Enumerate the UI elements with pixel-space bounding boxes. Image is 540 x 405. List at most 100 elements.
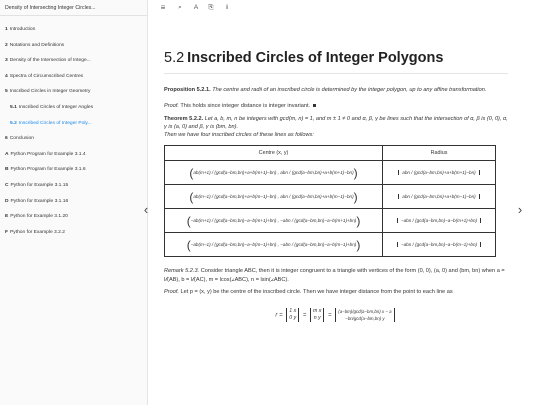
sidebar-item-label: Conclusion [9, 136, 34, 142]
sidebar-item[interactable]: B Python Program for Example 3.1.6 [0, 162, 147, 178]
sidebar-item-label: Introduction [9, 27, 36, 32]
sidebar-item-label: Inscribed Circles of Integer Angles [18, 104, 94, 110]
proof-2-text: Let p = (x, y) be the centre of the insc… [180, 289, 453, 296]
sidebar: Density of Intersecting Integer Circles.… [0, 0, 148, 405]
theorem-text-2: Then we have four inscribed circles of t… [164, 132, 314, 139]
sidebar-item[interactable]: 4 Spectra of Circumscribed Centres [0, 69, 147, 85]
main-content: 5.2 Inscribed Circles of Integer Polygons… [164, 50, 508, 323]
sidebar-item[interactable]: A Python Program for Example 3.1.4 [0, 147, 147, 163]
sidebar-item-number: 6 [5, 136, 8, 142]
proposition-label: Proposition 5.2.1. [164, 87, 211, 93]
right-paren: ) [353, 189, 358, 204]
centre-x: −ab(m−1) / (gcd(a−bm,bn)−a−b(m−1)+bn) [190, 242, 277, 248]
matrix-2-row-1: m x [313, 308, 322, 315]
radius-value: −abn / (gcd(a−bm,bn)−a−b(m+1)+bn) [396, 218, 482, 224]
page-title: 5.2 Inscribed Circles of Integer Polygons [164, 50, 508, 66]
matrix-1-row-1: 1 x [289, 308, 297, 315]
sidebar-item-number: 4 [5, 73, 8, 79]
centre-y: abn / (gcd(a−bm,bn)+a+b(m+1)−bn) [280, 170, 354, 176]
theorem-label: Theorem 5.2.2. [164, 115, 204, 122]
centre-cell: (−ab(m−1) / (gcd(a−bm,bn)−a−b(m−1)+bn) ,… [164, 232, 383, 258]
radius-cell: abn / (gcd(a−bm,bn)+a+b(m+1)−bn) [382, 160, 496, 186]
title-divider [164, 73, 508, 74]
column-header-centre: Centre (x, y) [164, 145, 383, 162]
sidebar-item-number: D [5, 198, 9, 204]
table-row: (−ab(m+1) / (gcd(a−bm,bn)−a−b(m+1)+bn) ,… [164, 208, 496, 234]
info-icon[interactable]: i [222, 3, 232, 13]
sidebar-item-label: Inscribed Circles in Integer Geometry [9, 89, 91, 95]
sidebar-item-number: 1 [5, 27, 8, 32]
matrix-3-row-1: (a−bm)/gcd(a−bm,bn) x − a [338, 309, 392, 315]
proof-1: Proof. This holds since integer distance… [164, 102, 508, 110]
right-paren: ) [356, 213, 361, 228]
sidebar-item[interactable]: 1 Introduction [0, 22, 147, 38]
sidebar-item-label: Python for Example 3.1.16 [10, 198, 69, 204]
table-row: (ab(m−1) / (gcd(a−bm,bn)+a+b(m−1)−bn) , … [164, 184, 496, 210]
sidebar-item-label: Notations and Definitions [9, 42, 65, 48]
sidebar-item[interactable]: 5.2 Inscribed Circles of Integer Poly... [0, 116, 147, 132]
section-number: 5.2 [164, 50, 185, 66]
sidebar-item-label: Python for Example 3.2.2 [10, 229, 65, 235]
sidebar-item-label: Python for Example 3.1.20 [10, 214, 68, 220]
remark-label: Remark 5.2.3. [164, 268, 200, 275]
sidebar-item[interactable]: F Python for Example 3.2.2 [0, 225, 147, 241]
search-icon[interactable]: ⌕ [175, 3, 185, 13]
centre-x: ab(m+1) / (gcd(a−bm,bn)+a+b(m+1)−bn) [193, 170, 277, 176]
radius-value: −abn / (gcd(a−bm,bn)−a−b(m−1)+bn) [396, 242, 482, 248]
sidebar-item[interactable]: 3 Density of the Intersection of Intege..… [0, 53, 147, 69]
sidebar-item[interactable]: D Python for Example 3.1.16 [0, 194, 147, 210]
sidebar-item-number: 5.2 [10, 120, 17, 126]
distance-formula: r = 1 x 0 y = m x n y = (a−bm)/gcd(a−bm,… [164, 308, 508, 323]
sidebar-item-number: 2 [5, 42, 8, 48]
formula-matrix-1: 1 x 0 y [286, 308, 300, 323]
sidebar-item-number: 5 [5, 89, 8, 95]
font-settings-icon[interactable]: A [191, 3, 201, 13]
centre-y: −abn / (gcd(a−bm,bn)−a−b(m+1)+bn) [280, 218, 357, 224]
section-title: Inscribed Circles of Integer Polygons [187, 50, 444, 66]
sidebar-item[interactable]: 6 Conclusion [0, 131, 147, 147]
radius-value: abn / (gcd(a−bm,bn)+a+b(m+1)−bn) [398, 170, 480, 176]
menu-icon[interactable]: ≡ [158, 3, 168, 13]
sidebar-item-label: Spectra of Circumscribed Centres [9, 73, 84, 79]
centre-y: abn / (gcd(a−bm,bn)+a+b(m−1)−bn) [280, 194, 354, 200]
table-row: (ab(m+1) / (gcd(a−bm,bn)+a+b(m+1)−bn) , … [164, 160, 496, 186]
toolbar: ≡ ⌕ A ⎘ i [148, 0, 540, 16]
matrix-2-row-2: n y [313, 315, 321, 322]
sidebar-item-number: C [5, 182, 9, 188]
right-paren: ) [353, 165, 358, 180]
sidebar-item-label: Inscribed Circles of Integer Poly... [18, 120, 92, 126]
sidebar-item-number: 3 [5, 58, 8, 64]
radius-value: abn / (gcd(a−bm,bn)+a+b(m−1)−bn) [398, 194, 480, 200]
right-paren: ) [356, 237, 361, 252]
proof-1-label: Proof. [164, 103, 179, 110]
centre-x: ab(m−1) / (gcd(a−bm,bn)+a+b(m−1)−bn) [193, 194, 277, 200]
sidebar-item[interactable]: C Python for Example 3.1.15 [0, 178, 147, 194]
book-title[interactable]: Density of Intersecting Integer Circles.… [0, 0, 147, 16]
sidebar-item-number: B [5, 167, 9, 173]
centre-cell: (ab(m+1) / (gcd(a−bm,bn)+a+b(m+1)−bn) , … [164, 160, 383, 186]
proof-2: Proof. Let p = (x, y) be the centre of t… [164, 288, 508, 296]
sidebar-item-number: E [5, 214, 9, 220]
proposition-text: The centre and radii of an inscribed cir… [212, 87, 487, 93]
sidebar-item[interactable]: E Python for Example 3.1.20 [0, 209, 147, 225]
radius-cell: abn / (gcd(a−bm,bn)+a+b(m−1)−bn) [382, 184, 496, 210]
next-page-arrow-icon[interactable]: › [514, 200, 526, 220]
pdf-icon[interactable]: ⎘ [206, 3, 216, 13]
previous-page-arrow-icon[interactable]: ‹ [140, 200, 152, 220]
inscribed-circles-table: Centre (x, y) Radius (ab(m+1) / (gcd(a−b… [164, 145, 496, 258]
centre-y: −abn / (gcd(a−bm,bn)−a−b(m−1)+bn) [280, 242, 357, 248]
table-header-row: Centre (x, y) Radius [164, 145, 496, 162]
remark: Remark 5.2.3. Consider triangle ABC, the… [164, 267, 508, 284]
proposition: Proposition 5.2.1. The centre and radii … [164, 86, 508, 94]
qed-square-icon [313, 104, 317, 108]
sidebar-item[interactable]: 5.1 Inscribed Circles of Integer Angles [0, 100, 147, 116]
toc-list: 1 Introduction 2 Notations and Definitions 3… [0, 16, 147, 240]
sidebar-item-label: Python for Example 3.1.15 [10, 182, 69, 188]
proof-1-text: This holds since integer distance is int… [180, 103, 311, 110]
sidebar-item-label: Python Program for Example 3.1.6 [10, 167, 86, 173]
centre-cell: (ab(m−1) / (gcd(a−bm,bn)+a+b(m−1)−bn) , … [164, 184, 383, 210]
sidebar-item[interactable]: 5 Inscribed Circles in Integer Geometry [0, 84, 147, 100]
sidebar-item[interactable]: 2 Notations and Definitions [0, 38, 147, 54]
theorem: Theorem 5.2.2. Let a, b, m, n be integer… [164, 115, 508, 140]
table-row: (−ab(m−1) / (gcd(a−bm,bn)−a−b(m−1)+bn) ,… [164, 232, 496, 258]
